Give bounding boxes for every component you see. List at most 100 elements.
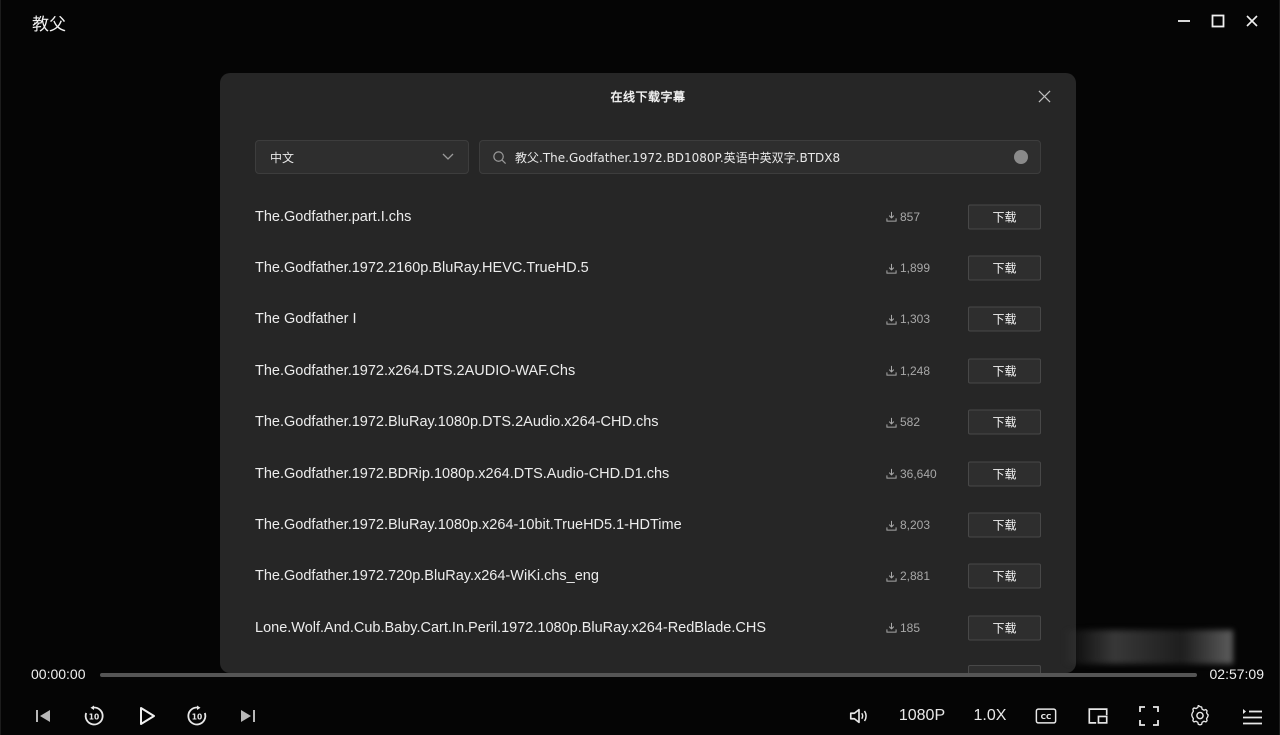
svg-text:10: 10 (89, 713, 99, 722)
dialog-close-button[interactable] (1034, 86, 1054, 106)
settings-button[interactable] (1188, 702, 1212, 730)
dialog-title: 在线下载字幕 (610, 89, 686, 104)
close-window-button[interactable] (1235, 8, 1269, 34)
rewind-10-button[interactable]: 10 (82, 702, 106, 730)
download-count-value: 185 (900, 620, 921, 635)
maximize-icon (1211, 14, 1225, 28)
subtitle-name: The.Godfather.1972.720p.BluRay.x264-WiKi… (255, 568, 599, 585)
language-select[interactable]: 中文 (255, 140, 469, 174)
result-row: Lone.Wolf.And.Cub.Baby.Cart.In.Peril.197… (255, 602, 1041, 653)
list-menu-icon (1243, 709, 1262, 725)
result-row: The Godfather I 1,303 下载 (255, 294, 1041, 345)
dialog-header: 在线下载字幕 (220, 73, 1076, 119)
close-icon (1246, 15, 1258, 27)
svg-text:10: 10 (192, 713, 202, 722)
filter-bar: 中文 (255, 140, 1041, 174)
download-button[interactable]: 下载 (968, 409, 1041, 435)
result-row: The.Godfather.1972.BluRay.1080p.x264-10b… (255, 499, 1041, 550)
download-button[interactable]: 下载 (968, 358, 1041, 384)
player-window: 教父 在线下载字幕 中文 教父.The.Godfather.1972.BD108… (0, 0, 1280, 735)
download-count: 2,881 (886, 569, 930, 583)
download-count-value: 582 (900, 415, 921, 430)
download-count-value: 1,303 (900, 312, 931, 327)
search-input[interactable] (515, 150, 1014, 164)
forward-10-button[interactable]: 10 (185, 702, 209, 730)
gear-icon (1191, 705, 1209, 726)
close-icon (1038, 90, 1050, 102)
picture-in-picture-button[interactable] (1085, 702, 1111, 730)
svg-text:CC: CC (1041, 712, 1052, 721)
download-count-value: 1,248 (900, 363, 931, 378)
minimize-button[interactable] (1167, 8, 1201, 34)
result-row: The.Godfather.1972.x264.DTS.2AUDIO-WAF.C… (255, 345, 1041, 396)
download-button[interactable]: 下载 (968, 563, 1041, 589)
fullscreen-button[interactable] (1137, 702, 1161, 730)
clear-search-button[interactable] (1014, 150, 1028, 164)
progress-bar[interactable] (100, 673, 1197, 677)
search-icon (493, 150, 507, 164)
previous-button[interactable] (31, 702, 55, 730)
speed-button[interactable]: 1.0X (970, 702, 1010, 730)
download-button[interactable]: 下载 (968, 306, 1041, 332)
speed-label: 1.0X (973, 707, 1007, 724)
download-icon (886, 623, 897, 633)
download-button[interactable]: 下载 (968, 461, 1041, 487)
play-button[interactable] (135, 702, 159, 730)
download-count: 185 (886, 621, 920, 635)
result-row: The.Godfather.1972.BluRay.1080p.DTS.2Aud… (255, 397, 1041, 448)
download-icon (886, 571, 897, 582)
current-time: 00:00:00 (31, 666, 86, 682)
download-icon (886, 314, 897, 325)
subtitle-name: The.Godfather.1972.BluRay.1080p.DTS.2Aud… (255, 414, 659, 431)
download-count: 8,203 (886, 518, 930, 532)
rewind-10-icon: 10 (84, 705, 104, 726)
download-button[interactable]: 下载 (968, 615, 1041, 641)
download-count-value: 2,881 (900, 569, 931, 584)
download-icon (886, 417, 897, 428)
download-count: 36,640 (886, 467, 937, 481)
search-box (479, 140, 1041, 174)
results-list: The.Godfather.part.I.chs 857 下载 The.Godfath… (255, 191, 1041, 654)
result-row: The.Godfather.1972.BDRip.1080p.x264.DTS.… (255, 448, 1041, 499)
download-button[interactable] (968, 665, 1041, 673)
download-count-value: 36,640 (900, 466, 937, 481)
download-count: 857 (886, 210, 920, 224)
download-icon (886, 520, 897, 531)
download-count-value: 857 (900, 209, 921, 224)
window-controls (1167, 8, 1269, 34)
quality-label: 1080P (898, 707, 946, 724)
download-button[interactable]: 下载 (968, 255, 1041, 281)
download-button[interactable]: 下载 (968, 204, 1041, 230)
window-title: 教父 (32, 15, 66, 35)
total-time: 02:57:09 (1209, 666, 1265, 682)
playlist-button[interactable] (1240, 702, 1264, 730)
picture-in-picture-icon (1088, 708, 1108, 724)
subtitle-button[interactable]: CC (1034, 702, 1058, 730)
closed-caption-icon: CC (1035, 708, 1057, 724)
result-row: The.Godfather.1972.2160p.BluRay.HEVC.Tru… (255, 242, 1041, 293)
language-select-value: 中文 (270, 150, 295, 165)
subtitle-download-dialog: 在线下载字幕 中文 The.Godfather.part.I.chs857下载T… (220, 73, 1076, 673)
blurred-area (1063, 630, 1233, 664)
volume-button[interactable] (845, 702, 873, 730)
result-row: The.Godfather.1972.720p.BluRay.x264-WiKi… (255, 551, 1041, 602)
subtitle-name: The.Godfather.1972.2160p.BluRay.HEVC.Tru… (255, 260, 589, 277)
result-row: The.Godfather.part.I.chs 857 下载 (255, 191, 1041, 242)
download-count-value: 8,203 (900, 518, 931, 533)
chevron-down-icon (442, 153, 454, 160)
download-icon (886, 366, 897, 376)
next-button[interactable] (236, 702, 260, 730)
forward-10-icon: 10 (187, 705, 207, 726)
maximize-button[interactable] (1201, 8, 1235, 34)
volume-icon (849, 708, 867, 724)
download-icon (886, 263, 897, 274)
download-button[interactable]: 下载 (968, 512, 1041, 538)
quality-button[interactable]: 1080P (896, 702, 948, 730)
skip-next-icon (241, 710, 255, 722)
subtitle-name: The.Godfather.part.I.chs (255, 208, 412, 225)
download-count-value: 1,899 (900, 261, 931, 276)
download-count: 582 (886, 415, 920, 429)
download-count: 1,303 (886, 312, 930, 326)
fullscreen-icon (1139, 706, 1159, 726)
download-count: 1,248 (886, 364, 930, 378)
